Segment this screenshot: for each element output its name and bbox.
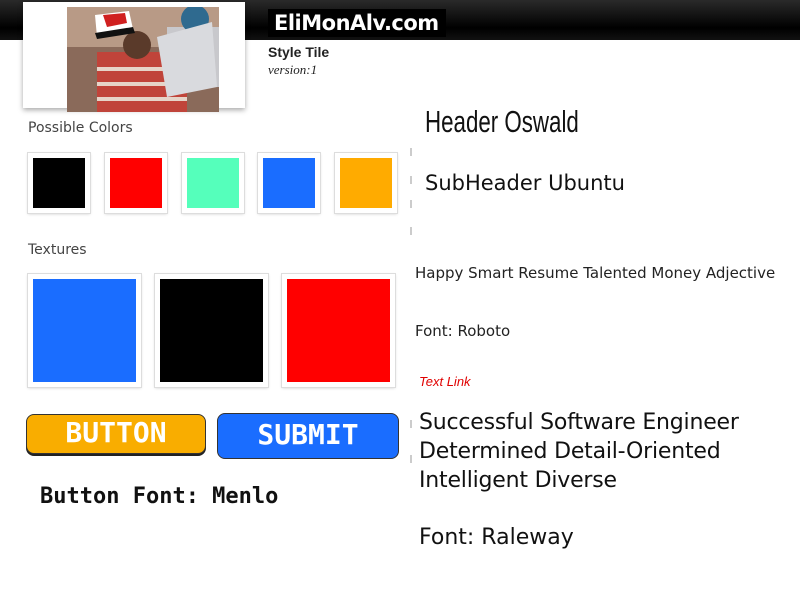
- color-swatch-black: [28, 153, 90, 213]
- color-swatch-red: [105, 153, 167, 213]
- texture-swatch-red-fill: [287, 279, 390, 382]
- color-swatch-orange: [335, 153, 397, 213]
- color-swatch-black-fill: [33, 158, 85, 208]
- texture-swatch-red: [282, 274, 395, 387]
- divider-mark: [410, 420, 412, 428]
- color-swatch-orange-fill: [340, 158, 392, 208]
- body-text-sample: Happy Smart Resume Talented Money Adject…: [415, 264, 776, 282]
- style-tile-title: Style Tile: [268, 44, 330, 60]
- site-title[interactable]: EliMonAlv.com: [268, 9, 446, 37]
- divider-mark: [410, 148, 412, 156]
- texture-swatch-blue: [28, 274, 141, 387]
- raleway-line: Successful Software Engineer: [419, 410, 739, 435]
- divider-mark: [410, 200, 412, 208]
- divider-mark: [410, 227, 412, 235]
- subheader-sample: SubHeader Ubuntu: [425, 171, 625, 195]
- texture-swatch-black-fill: [160, 279, 263, 382]
- texture-swatch-black: [155, 274, 268, 387]
- profile-photo-card: [23, 2, 245, 112]
- color-swatch-red-fill: [110, 158, 162, 208]
- textures-label: Textures: [28, 242, 87, 258]
- header-sample: Header Oswald: [425, 104, 579, 139]
- color-swatch-mint-fill: [187, 158, 239, 208]
- text-link[interactable]: Text Link: [419, 374, 471, 389]
- button-font-label: Button Font: Menlo: [40, 484, 279, 509]
- raleway-sample: Successful Software Engineer Determined …: [419, 408, 789, 495]
- body-font-label: Font: Roboto: [415, 322, 511, 340]
- texture-swatch-blue-fill: [33, 279, 136, 382]
- divider-mark: [410, 455, 412, 463]
- style-tile-version: version:1: [268, 62, 318, 77]
- raleway-line: Intelligent Diverse: [419, 468, 617, 493]
- raleway-line: Determined Detail-Oriented: [419, 439, 721, 464]
- profile-photo: [67, 7, 219, 112]
- color-swatch-mint: [182, 153, 244, 213]
- submit-button[interactable]: SUBMIT: [217, 413, 399, 459]
- divider-mark: [410, 176, 412, 184]
- raleway-font-label: Font: Raleway: [419, 525, 574, 550]
- color-swatch-blue-fill: [263, 158, 315, 208]
- colors-label: Possible Colors: [28, 120, 133, 136]
- color-swatch-blue: [258, 153, 320, 213]
- sample-button[interactable]: BUTTON: [26, 414, 206, 454]
